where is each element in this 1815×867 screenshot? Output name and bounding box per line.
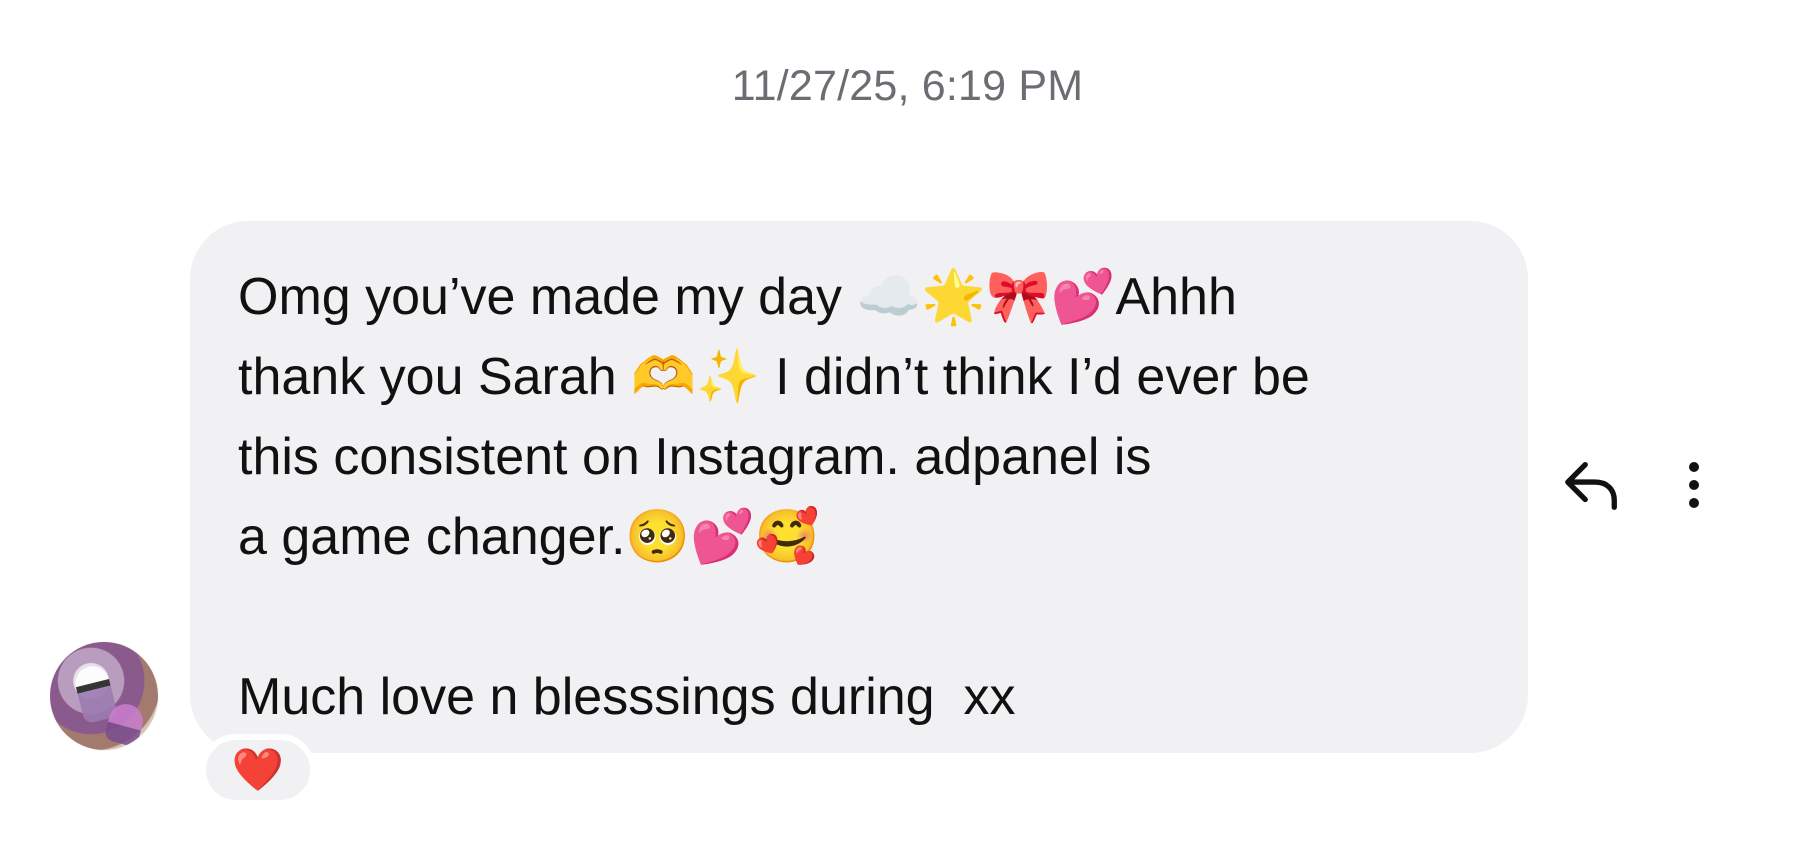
chat-screen: 11/27/25, 6:19 PM Omg you’ve made my day… <box>0 0 1815 867</box>
message-text: Omg you’ve made my day ☁️🌟🎀💕Ahhh thank y… <box>238 268 1310 726</box>
message-actions <box>1562 455 1724 515</box>
reply-arrow-icon[interactable] <box>1562 455 1622 515</box>
message-timestamp: 11/27/25, 6:19 PM <box>731 62 1084 110</box>
sender-avatar[interactable] <box>50 642 158 750</box>
heart-reaction[interactable]: ❤️ <box>200 734 316 806</box>
message-bubble[interactable]: Omg you’ve made my day ☁️🌟🎀💕Ahhh thank y… <box>190 221 1528 753</box>
more-vertical-icon[interactable] <box>1664 455 1724 515</box>
